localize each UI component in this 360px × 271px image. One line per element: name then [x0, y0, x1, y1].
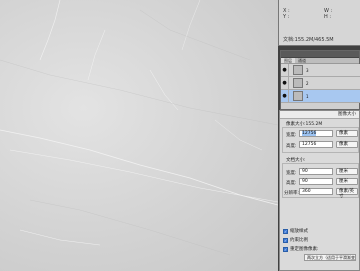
layer-thumbnail — [293, 91, 303, 101]
info-h-label: H : — [324, 14, 332, 20]
info-panel: X : Y : W : H : 文档:155.2M/465.5M — [278, 0, 360, 46]
doc-height-unit-select[interactable]: 厘米 — [336, 178, 358, 185]
layer-thumbnail — [293, 65, 303, 75]
doc-height-label: 高度: — [286, 181, 297, 186]
doc-width-input[interactable]: 90 — [299, 168, 333, 175]
checkmark-icon: ✓ — [283, 246, 288, 252]
checkmark-icon: ✓ — [283, 237, 288, 243]
eye-icon[interactable]: ● — [281, 63, 289, 77]
doc-width-unit-select[interactable]: 厘米 — [336, 168, 358, 175]
document-canvas[interactable] — [0, 0, 278, 271]
layers-panel: 图层 通道 ● 3 ● 2 ● 1 — [280, 50, 360, 110]
resolution-unit-select[interactable]: 像素/英寸 — [336, 188, 358, 199]
resample-method-select[interactable]: 两次立方（适用于平滑渐变） — [304, 254, 356, 261]
layer-name: 1 — [306, 93, 309, 99]
eye-icon[interactable]: ● — [281, 89, 289, 103]
doc-height-input[interactable]: 90 — [299, 178, 333, 185]
pixel-width-input[interactable]: 12756 — [299, 130, 333, 137]
tab-channels[interactable]: 通道 — [295, 58, 309, 63]
document-size-readout: 文档:155.2M/465.5M — [283, 37, 334, 43]
resolution-label: 分辨率: — [284, 191, 300, 196]
scale-styles-checkbox[interactable]: ✓ 缩放样式 — [283, 228, 308, 234]
resolution-input[interactable]: 360 — [299, 188, 333, 195]
pixel-height-unit-select[interactable]: 像素 — [336, 141, 358, 148]
doc-width-label: 宽度: — [286, 171, 297, 176]
layer-name: 2 — [306, 80, 309, 86]
layer-row-selected[interactable]: ● 1 — [281, 89, 360, 103]
eye-icon[interactable]: ● — [281, 76, 289, 90]
resample-label: 重定图像像素: — [290, 247, 319, 252]
layer-row[interactable]: ● 2 — [281, 76, 360, 90]
info-y-label: Y : — [283, 14, 290, 20]
resample-checkbox[interactable]: ✓ 重定图像像素: — [283, 246, 319, 252]
layer-name: 3 — [306, 67, 309, 73]
tab-layers[interactable]: 图层 — [281, 58, 295, 63]
scale-styles-label: 缩放样式 — [290, 229, 308, 234]
constrain-proportions-label: 约束比例 — [290, 238, 308, 243]
checkmark-icon: ✓ — [283, 228, 288, 234]
pixel-width-label: 宽度: — [286, 133, 297, 138]
constrain-proportions-checkbox[interactable]: ✓ 约束比例 — [283, 237, 308, 243]
dialog-title: 图像大小 — [280, 111, 359, 119]
layer-thumbnail — [293, 78, 303, 88]
marble-texture — [0, 0, 278, 256]
layers-titlebar[interactable] — [281, 51, 359, 58]
pixel-height-input[interactable]: 12756 — [299, 141, 333, 148]
layer-row[interactable]: ● 3 — [281, 63, 360, 77]
pixel-height-label: 高度: — [286, 144, 297, 149]
pixel-width-unit-select[interactable]: 像素 — [336, 130, 358, 137]
